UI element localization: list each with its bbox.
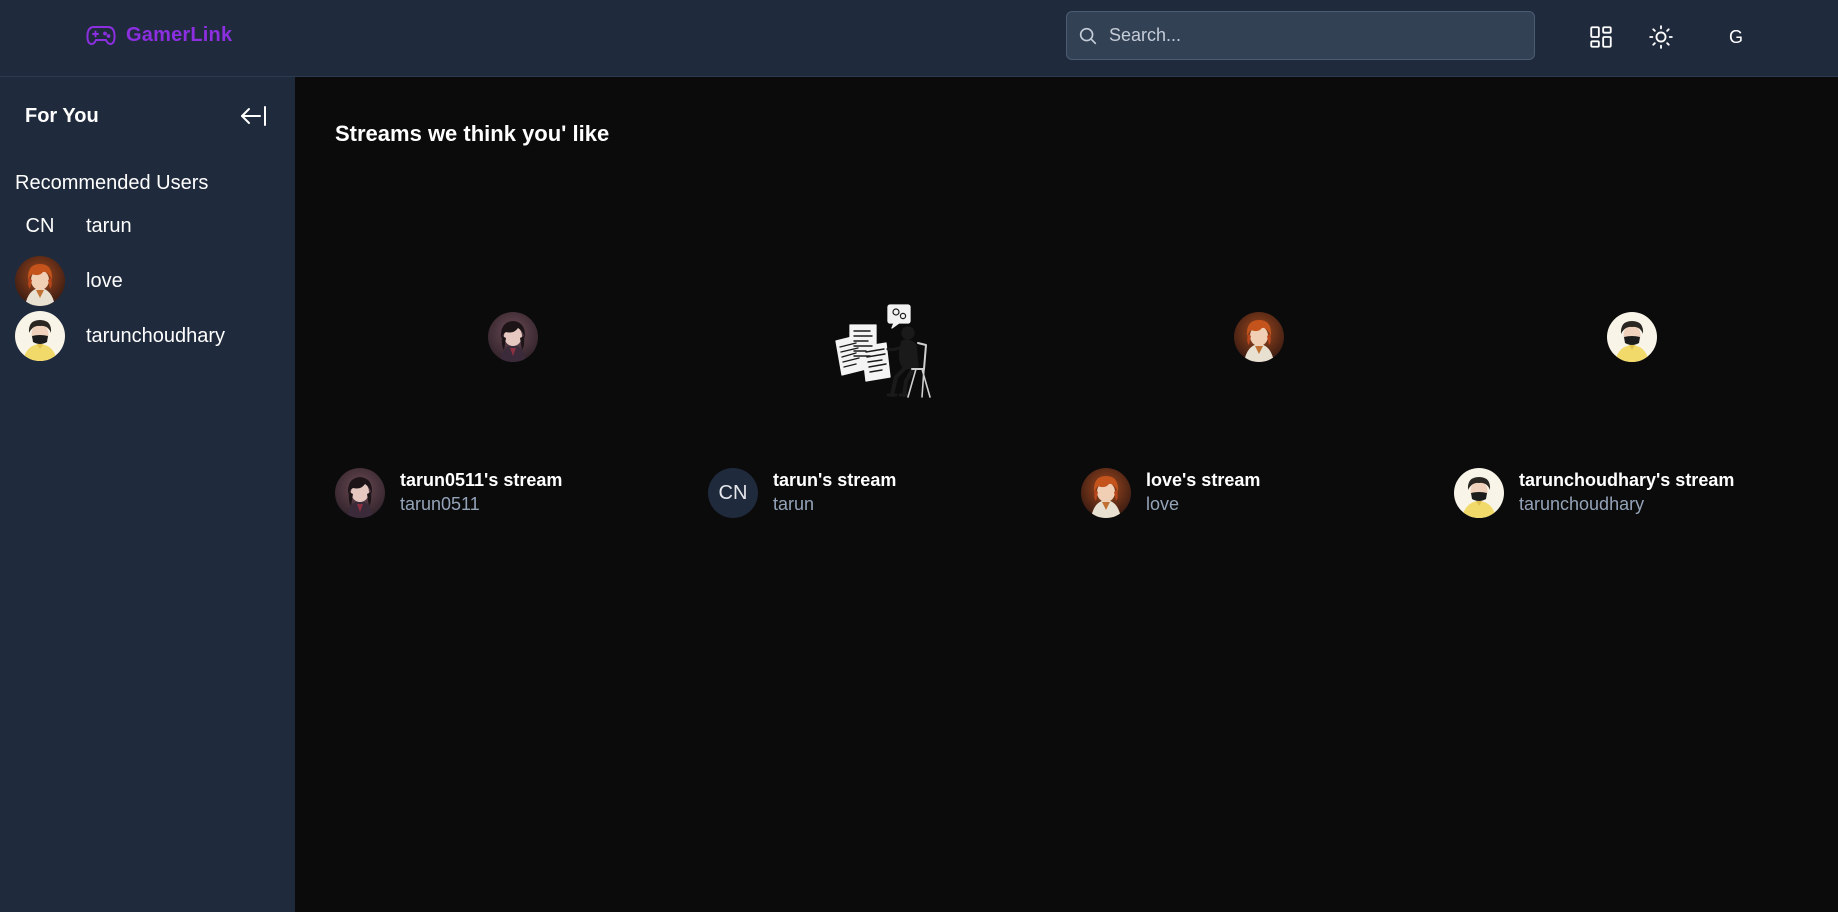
dashboard-button[interactable] (1586, 22, 1616, 52)
recommended-user-item[interactable]: tarunchoudhary (15, 311, 225, 361)
stream-username: tarunchoudhary (1519, 494, 1645, 514)
stream-username: tarun0511 (400, 494, 480, 514)
avatar-fallback: CN (25, 214, 55, 237)
avatar (15, 256, 65, 306)
person-reading-illustration (835, 304, 931, 398)
avatar (1607, 312, 1657, 362)
stream-thumbnail[interactable] (1081, 237, 1437, 437)
stream-title: tarunchoudhary's stream (1519, 470, 1735, 490)
avatar (1081, 468, 1131, 518)
recommended-user-name: tarun (86, 214, 132, 237)
stream-info: CN tarun's stream tarun (708, 468, 896, 518)
page-title: Streams we think you' like (335, 121, 610, 146)
user-menu-avatar[interactable]: G (1720, 22, 1752, 52)
avatar (335, 468, 385, 518)
stream-card[interactable]: CN tarun's stream tarun (708, 237, 1038, 527)
top-navigation-bar: GamerLink G (0, 0, 1838, 77)
arrow-left-to-line-icon (241, 106, 266, 126)
search-input[interactable] (1107, 24, 1507, 47)
recommended-user-item[interactable]: love (15, 256, 123, 306)
search-icon (1079, 27, 1097, 44)
recommended-user-item[interactable]: CN tarun (15, 201, 132, 251)
sun-icon (1649, 25, 1673, 49)
recommended-user-name: love (86, 269, 123, 292)
stream-info: tarun0511's stream tarun0511 (335, 468, 562, 518)
stream-title: love's stream (1146, 470, 1261, 490)
sidebar-title: For You (25, 105, 99, 127)
sidebar: For You Recommended Users CN tarun love … (0, 77, 295, 912)
avatar (1234, 312, 1284, 362)
brand-logo[interactable]: GamerLink (86, 22, 232, 48)
stream-title: tarun's stream (773, 470, 897, 490)
theme-toggle-button[interactable] (1646, 22, 1676, 52)
stream-card[interactable]: love's stream love (1081, 237, 1411, 527)
stream-card[interactable]: tarunchoudhary's stream tarunchoudhary (1454, 237, 1784, 527)
stream-username: love (1146, 494, 1180, 514)
stream-card[interactable]: tarun0511's stream tarun0511 (335, 237, 665, 527)
avatar (1454, 468, 1504, 518)
stream-thumbnail[interactable] (335, 237, 691, 437)
stream-info: tarunchoudhary's stream tarunchoudhary (1454, 468, 1734, 518)
collapse-sidebar-button[interactable] (238, 103, 270, 131)
recommended-user-name: tarunchoudhary (86, 324, 225, 347)
stream-title: tarun0511's stream (400, 470, 563, 490)
avatar-fallback: CN (708, 468, 758, 518)
main-content: Streams we think you' like tarun0511's s… (295, 77, 1838, 912)
gamepad-icon (86, 26, 116, 46)
avatar (15, 311, 65, 361)
stream-thumbnail[interactable] (708, 237, 1064, 437)
brand-name: GamerLink (126, 23, 233, 46)
recommended-users-heading: Recommended Users (15, 172, 209, 194)
avatar (488, 312, 538, 362)
stream-info: love's stream love (1081, 468, 1260, 518)
layout-grid-icon (1590, 26, 1612, 48)
stream-username: tarun (773, 494, 815, 514)
search-bar[interactable] (1066, 11, 1535, 60)
stream-thumbnail[interactable] (1454, 237, 1810, 437)
